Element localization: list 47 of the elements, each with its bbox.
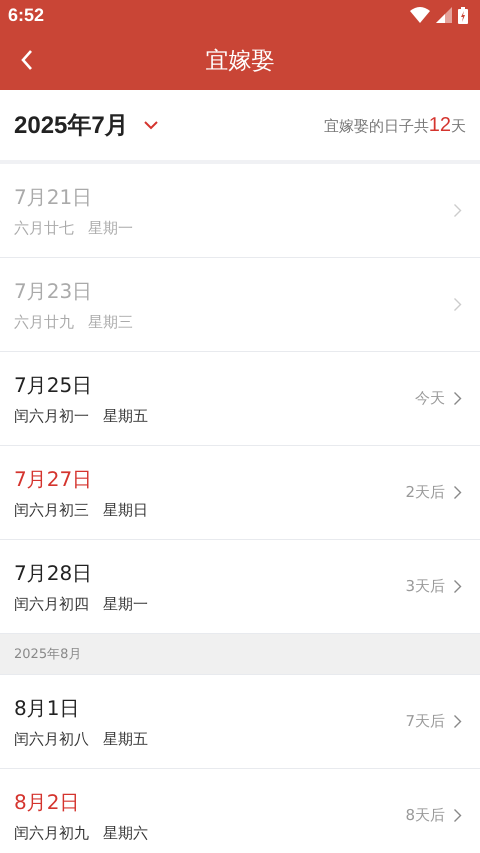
screen-title: 宜嫁娶 [206, 46, 274, 76]
date-text: 8月2日 [14, 788, 80, 816]
lunar-date: 闰六月初四 [14, 594, 89, 614]
lunar-date: 闰六月初一 [14, 406, 89, 426]
date-row[interactable]: 8月2日 闰六月初九 星期六 8天后 [0, 769, 480, 853]
lunar-date: 闰六月初八 [14, 730, 89, 748]
chevron-icon [453, 579, 462, 594]
date-text: 7月21日 [14, 184, 94, 210]
section-header: 2025年8月 [0, 634, 480, 675]
weekday-text: 星期一 [103, 594, 148, 614]
date-text: 7月27日 [14, 466, 94, 492]
lunar-date: 闰六月初九 [14, 824, 89, 842]
chevron-icon [453, 297, 462, 312]
weekday-text: 星期一 [88, 218, 133, 238]
chevron-icon [453, 808, 462, 823]
date-text: 7月25日 [14, 372, 94, 398]
weekday-text: 星期日 [103, 500, 148, 520]
weekday-text: 星期五 [103, 406, 148, 426]
date-row[interactable]: 7月25日 闰六月初一 星期五 今天 [0, 352, 480, 446]
signal-icon [436, 7, 452, 23]
chevron-icon [453, 203, 462, 218]
chevron-icon [453, 714, 462, 729]
lunar-date: 闰六月初三 [14, 500, 89, 520]
lunar-date: 六月廿七 [14, 218, 74, 238]
weekday-text: 星期六 [103, 824, 148, 842]
back-icon [20, 49, 34, 71]
chevron-down-icon [142, 120, 159, 130]
relative-day: 8天后 [405, 806, 445, 825]
date-text: 7月28日 [14, 560, 94, 586]
date-row[interactable]: 7月27日 闰六月初三 星期日 2天后 [0, 446, 480, 540]
battery-icon [458, 6, 468, 24]
weekday-text: 星期三 [88, 312, 133, 332]
relative-day: 2天后 [405, 483, 445, 502]
lunar-date: 六月廿九 [14, 312, 74, 332]
summary-text: 宜嫁娶的日子共12天 [324, 114, 466, 136]
weekday-text: 星期五 [103, 730, 148, 748]
chevron-icon [453, 485, 462, 500]
date-row[interactable]: 8月1日 闰六月初八 星期五 7天后 [0, 675, 480, 769]
chevron-icon [453, 391, 462, 406]
month-picker[interactable]: 2025年7月 [14, 109, 159, 141]
relative-day: 今天 [415, 389, 445, 408]
date-text: 7月23日 [14, 278, 94, 304]
wifi-icon [410, 7, 430, 23]
relative-day: 3天后 [405, 577, 445, 596]
date-text: 8月1日 [14, 694, 80, 722]
status-time: 6:52 [8, 4, 44, 26]
relative-day: 7天后 [405, 712, 445, 731]
